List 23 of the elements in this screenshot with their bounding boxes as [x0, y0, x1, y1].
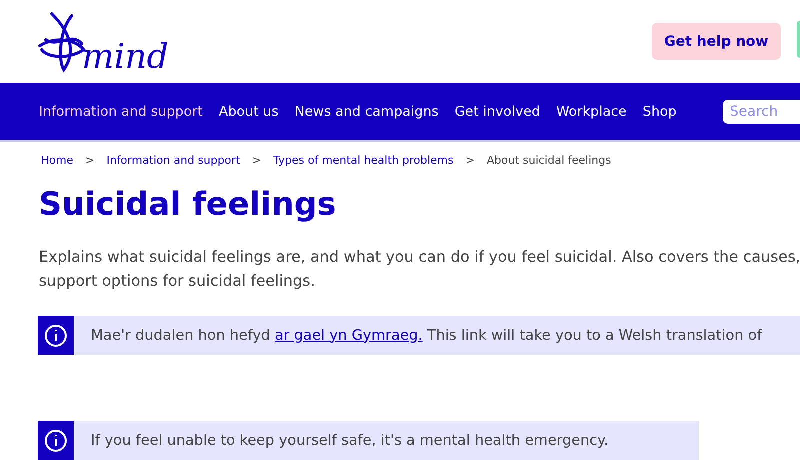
info-icon [38, 316, 74, 355]
search-field[interactable]: Search [723, 100, 800, 124]
info-icon [38, 421, 74, 460]
breadcrumb-separator: > [466, 154, 475, 167]
breadcrumb-separator: > [252, 154, 262, 167]
nav-link[interactable]: News and campaigns [294, 104, 439, 120]
breadcrumb-link[interactable]: Types of mental health problems [274, 154, 454, 167]
notice-text: Mae'r dudalen hon hefyd ar gael yn Gymraeg. This link will take you to a Welsh translation of [91, 328, 762, 344]
notice-text: If you feel unable to keep yourself safe, it's a mental health emergency. [91, 432, 609, 448]
breadcrumb-link[interactable]: Home [41, 154, 74, 167]
page-title: Suicidal feelings [39, 185, 338, 223]
nav-link[interactable]: Workplace [556, 104, 627, 120]
current-page-label: About suicidal feelings [486, 154, 612, 167]
logo-text: mind [82, 40, 169, 74]
intro-paragraph: Explains what suicidal feelings are, and what you can do if you feel suicidal. Also covers the causes, support options for suicidal feelings. [39, 247, 800, 292]
nav-link[interactable]: Shop [642, 104, 677, 120]
breadcrumb-separator: > [85, 154, 95, 167]
get-help-button[interactable]: Get help now [652, 23, 781, 60]
nav-link[interactable]: Information and support [39, 104, 203, 120]
nav-link[interactable]: Get involved [454, 104, 540, 120]
welsh-link[interactable]: ar gael yn Gymraeg. [274, 328, 423, 344]
nav-link[interactable]: About us [218, 104, 279, 120]
breadcrumb-link[interactable]: Information and support [106, 154, 240, 167]
